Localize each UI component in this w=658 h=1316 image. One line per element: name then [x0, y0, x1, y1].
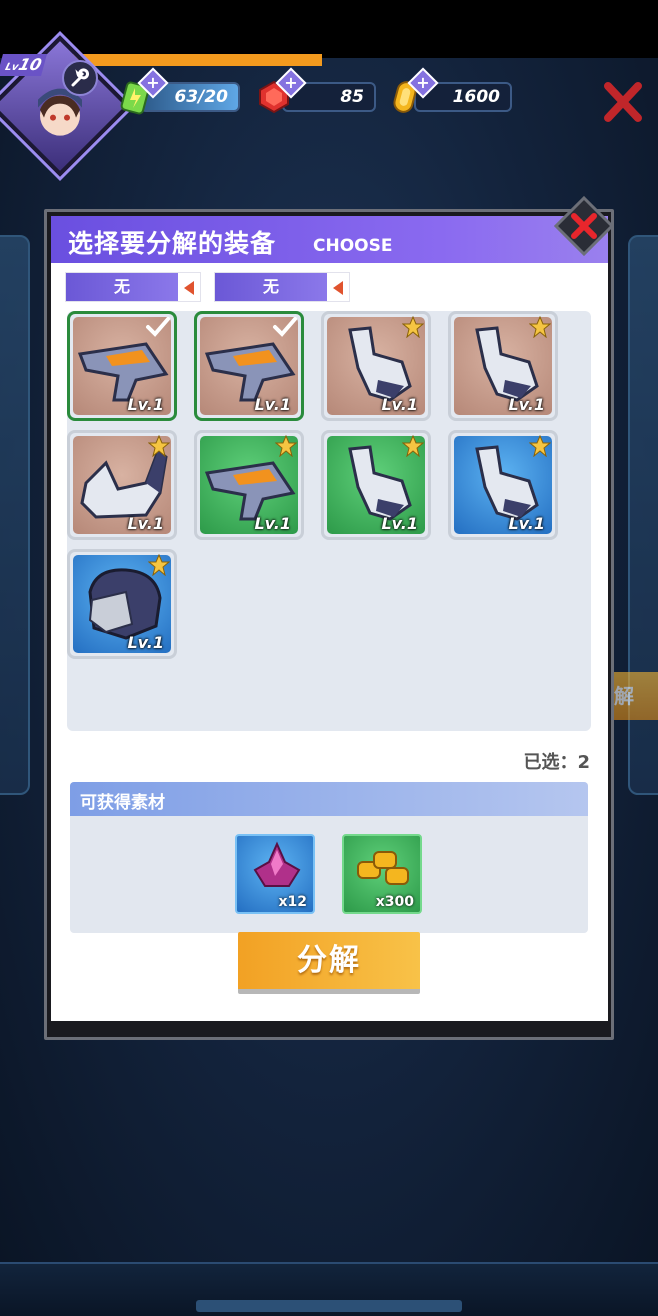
dropdown-arrow-icon: [184, 281, 194, 295]
item-level: Lv.1: [381, 514, 418, 533]
star-icon: [402, 316, 424, 338]
item-level: Lv.1: [508, 514, 545, 533]
close-icon[interactable]: [553, 195, 615, 257]
filter-label-1: 无: [66, 273, 178, 301]
selected-count: 已选：2: [523, 752, 590, 773]
crystal-icon: [253, 841, 301, 887]
item-level: Lv.1: [127, 395, 164, 414]
star-icon: [529, 435, 551, 457]
item-level: Lv.1: [254, 514, 291, 533]
decompose-button[interactable]: 分解: [238, 932, 420, 994]
bottom-bar: [0, 1262, 658, 1316]
check-icon: [273, 317, 297, 337]
experience-bar: [60, 54, 322, 66]
background-decompose-tab: 解: [608, 672, 658, 720]
equipment-slot[interactable]: Lv.1: [67, 430, 177, 540]
hud-close-icon[interactable]: [598, 80, 650, 124]
equipment-slot[interactable]: Lv.1: [448, 311, 558, 421]
item-level: Lv.1: [254, 395, 291, 414]
item-level: Lv.1: [381, 395, 418, 414]
modal-title-en: CHOOSE: [313, 236, 393, 256]
equipment-slot[interactable]: Lv.1: [194, 311, 304, 421]
check-icon: [146, 317, 170, 337]
item-level: Lv.1: [127, 514, 164, 533]
star-icon: [148, 554, 170, 576]
filter-label-2: 无: [215, 273, 327, 301]
background-panel-left: [0, 235, 30, 795]
equipment-slot[interactable]: Lv.1: [448, 430, 558, 540]
star-icon: [275, 435, 297, 457]
bottom-bar-handle: [196, 1300, 462, 1312]
top-black-band: [0, 0, 658, 58]
dropdown-arrow-icon: [333, 281, 343, 295]
material-crystal[interactable]: x12: [235, 834, 315, 914]
modal-title: 选择要分解的装备: [68, 229, 277, 258]
filter-dropdown-2[interactable]: 无: [214, 272, 350, 302]
equipment-slot[interactable]: Lv.1: [67, 311, 177, 421]
filter-dropdown-1[interactable]: 无: [65, 272, 201, 302]
equipment-slot[interactable]: Lv.1: [67, 549, 177, 659]
materials-panel: 可获得素材 x12 x300: [70, 782, 588, 933]
materials-header: 可获得素材: [70, 782, 588, 816]
player-level-badge: Lv10: [0, 54, 47, 76]
wrench-icon[interactable]: [62, 60, 98, 96]
modal-header: 选择要分解的装备 CHOOSE: [51, 216, 608, 263]
item-level: Lv.1: [127, 633, 164, 652]
material-qty: x12: [278, 894, 307, 910]
star-icon: [402, 435, 424, 457]
gold-coins-icon: [357, 851, 409, 885]
materials-title: 可获得素材: [80, 793, 165, 813]
material-gold[interactable]: x300: [342, 834, 422, 914]
equipment-slot[interactable]: Lv.1: [321, 430, 431, 540]
star-icon: [148, 435, 170, 457]
equipment-slot[interactable]: Lv.1: [194, 430, 304, 540]
item-level: Lv.1: [508, 395, 545, 414]
star-icon: [529, 316, 551, 338]
material-qty: x300: [375, 894, 414, 910]
equipment-slot[interactable]: Lv.1: [321, 311, 431, 421]
